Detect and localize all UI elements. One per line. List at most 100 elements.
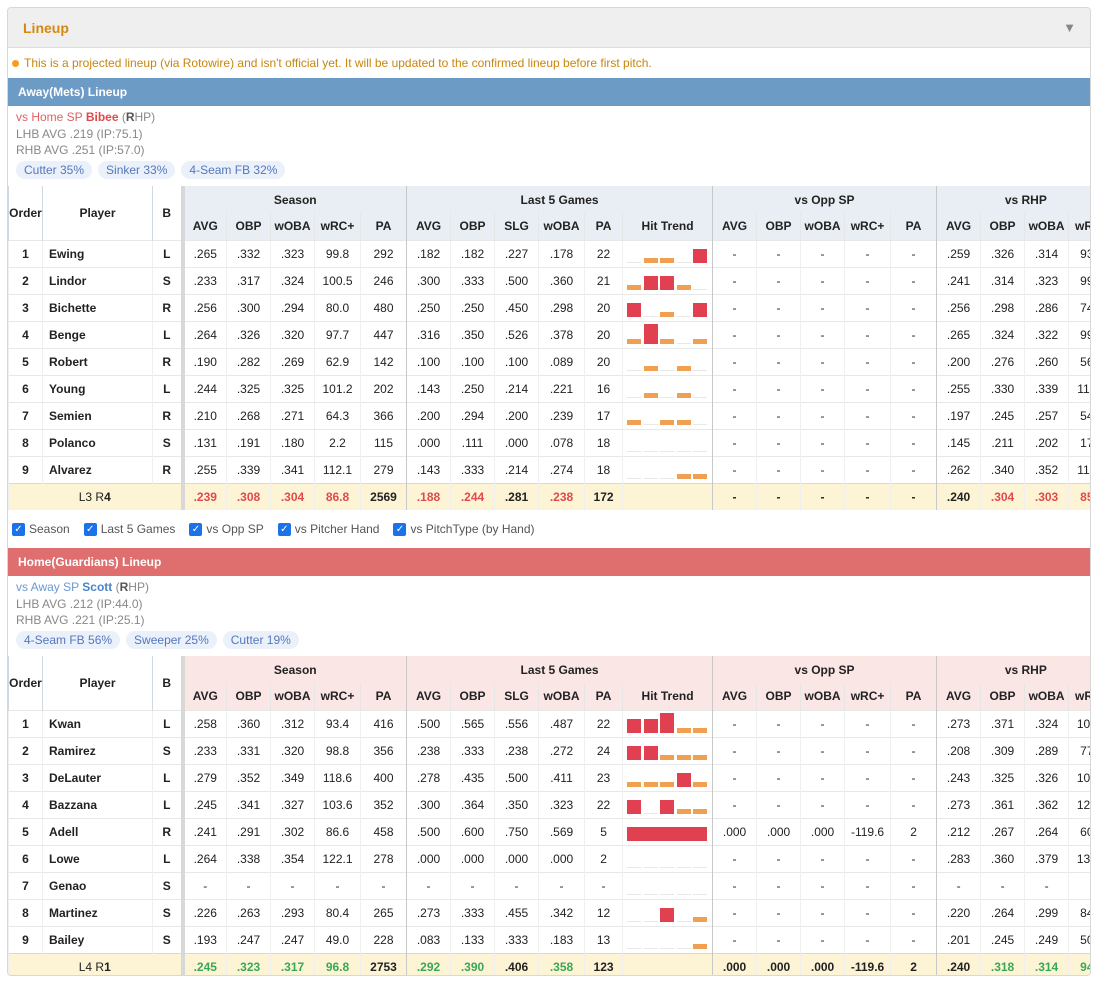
player-name[interactable]: DeLauter	[42, 763, 153, 791]
column-header[interactable]: AVG	[712, 683, 757, 710]
collapse-triangle-icon[interactable]: ▼	[1063, 20, 1076, 35]
player-name[interactable]: Alvarez	[42, 455, 153, 483]
player-name[interactable]: Robert	[42, 347, 153, 375]
column-header[interactable]: wRC+	[844, 213, 891, 240]
column-header[interactable]: OBP	[980, 213, 1025, 240]
player-name[interactable]: Genao	[42, 871, 153, 899]
filter-option[interactable]: ✓ vs Pitcher Hand	[277, 522, 380, 536]
column-header[interactable]: PA	[584, 683, 623, 710]
hit-trend-bar	[693, 338, 708, 344]
column-header[interactable]: OBP	[226, 213, 271, 240]
player-name[interactable]: Benge	[42, 320, 153, 348]
column-header[interactable]: wOBA	[1024, 213, 1069, 240]
player-name[interactable]: Bailey	[42, 925, 153, 953]
column-header[interactable]: wOBA	[270, 213, 315, 240]
player-name[interactable]: Semien	[42, 401, 153, 429]
last5-stat: .183	[538, 925, 585, 953]
bat-header: B	[152, 186, 183, 240]
column-header[interactable]: Hit Trend	[622, 683, 713, 710]
pitch-type-pill[interactable]: Cutter 19%	[222, 631, 299, 649]
filter-option[interactable]: ✓ vs Opp SP	[189, 522, 264, 536]
column-header[interactable]: PA	[890, 213, 937, 240]
column-header[interactable]: OBP	[756, 213, 801, 240]
rhp-stat: .283	[936, 844, 981, 872]
player-row: 4 Bazzana L .245.341.327 103.6 352.300.364.35…	[8, 790, 1090, 818]
column-header[interactable]: PA	[359, 683, 407, 710]
column-header[interactable]: wRC+	[844, 683, 891, 710]
season-stat: .349	[270, 763, 315, 791]
checkbox-checked-icon[interactable]: ✓	[12, 522, 25, 536]
column-header[interactable]: AVG	[406, 683, 451, 710]
pitch-type-pill[interactable]: 4-Seam FB 32%	[181, 161, 286, 179]
player-name[interactable]: Lowe	[42, 844, 153, 872]
season-stat: .264	[180, 844, 227, 872]
filter-option[interactable]: ✓ Last 5 Games	[83, 522, 175, 536]
bat-side: R	[152, 817, 183, 845]
opp-sp-stat: -	[890, 871, 937, 899]
column-header[interactable]: AVG	[936, 213, 981, 240]
lineup-panel: Lineup ▼ This is a projected lineup (via…	[7, 7, 1091, 976]
sp-name[interactable]: Bibee	[86, 110, 119, 124]
column-header[interactable]: Hit Trend	[622, 213, 713, 240]
pitch-type-pill[interactable]: Sweeper 25%	[126, 631, 217, 649]
column-header[interactable]: PA	[359, 213, 407, 240]
column-header[interactable]: AVG	[180, 683, 227, 710]
column-header[interactable]: wRC+	[1068, 683, 1090, 710]
column-header[interactable]: OBP	[450, 213, 495, 240]
rhp-stat: .211	[980, 428, 1025, 456]
player-name[interactable]: Ramirez	[42, 736, 153, 764]
hit-trend-chart	[622, 239, 713, 267]
column-header[interactable]: wRC+	[314, 683, 361, 710]
player-name[interactable]: Bichette	[42, 293, 153, 321]
sp-name[interactable]: Scott	[82, 580, 112, 594]
away-sp-info: vs Home SP Bibee (RHP) LHB AVG .219 (IP:…	[8, 106, 1090, 186]
column-header[interactable]: AVG	[936, 683, 981, 710]
filter-option[interactable]: ✓ Season	[12, 522, 70, 536]
pitch-type-pill[interactable]: 4-Seam FB 56%	[16, 631, 121, 649]
column-header[interactable]: PA	[584, 213, 623, 240]
pitch-type-pill[interactable]: Cutter 35%	[16, 161, 93, 179]
column-header[interactable]: OBP	[450, 683, 495, 710]
player-name[interactable]: Polanco	[42, 428, 153, 456]
column-header[interactable]: OBP	[756, 683, 801, 710]
column-header[interactable]: wOBA	[270, 683, 315, 710]
column-header[interactable]: PA	[890, 683, 937, 710]
panel-header[interactable]: Lineup ▼	[8, 8, 1090, 48]
player-name[interactable]: Ewing	[42, 239, 153, 267]
player-name[interactable]: Kwan	[42, 709, 153, 737]
column-header[interactable]: AVG	[406, 213, 451, 240]
player-name[interactable]: Adell	[42, 817, 153, 845]
hit-trend-bar	[627, 799, 642, 814]
column-header[interactable]: OBP	[980, 683, 1025, 710]
pitch-type-pill[interactable]: Sinker 33%	[98, 161, 176, 179]
column-header[interactable]: OBP	[226, 683, 271, 710]
rhp-stat: 139.1	[1068, 844, 1090, 872]
last5-stat: 18	[584, 428, 623, 456]
column-header[interactable]: wOBA	[538, 683, 585, 710]
player-name[interactable]: Young	[42, 374, 153, 402]
column-header[interactable]: wOBA	[800, 213, 845, 240]
column-header[interactable]: SLG	[494, 213, 539, 240]
player-name[interactable]: Martinez	[42, 898, 153, 926]
column-header[interactable]: wOBA	[800, 683, 845, 710]
hit-trend-bar	[693, 396, 708, 398]
checkbox-checked-icon[interactable]: ✓	[393, 522, 407, 536]
player-name[interactable]: Bazzana	[42, 790, 153, 818]
season-stat: .244	[180, 374, 227, 402]
hit-trend-bar	[627, 826, 708, 841]
column-header[interactable]: wOBA	[538, 213, 585, 240]
filter-label: vs Pitcher Hand	[294, 522, 380, 536]
column-header[interactable]: SLG	[494, 683, 539, 710]
checkbox-checked-icon[interactable]: ✓	[277, 522, 291, 536]
column-header[interactable]: wOBA	[1024, 683, 1069, 710]
column-header[interactable]: wRC+	[314, 213, 361, 240]
column-header[interactable]: wRC+	[1068, 213, 1090, 240]
filter-option[interactable]: ✓ vs PitchType (by Hand)	[393, 522, 535, 536]
column-header[interactable]: AVG	[180, 213, 227, 240]
checkbox-checked-icon[interactable]: ✓	[189, 522, 203, 536]
group-header-row: Order Player B Season Last 5 Games vs Opp SP v…	[8, 186, 1090, 240]
column-header[interactable]: AVG	[712, 213, 757, 240]
total-last5-stat: 123	[584, 952, 623, 975]
checkbox-checked-icon[interactable]: ✓	[83, 522, 97, 536]
player-name[interactable]: Lindor	[42, 266, 153, 294]
